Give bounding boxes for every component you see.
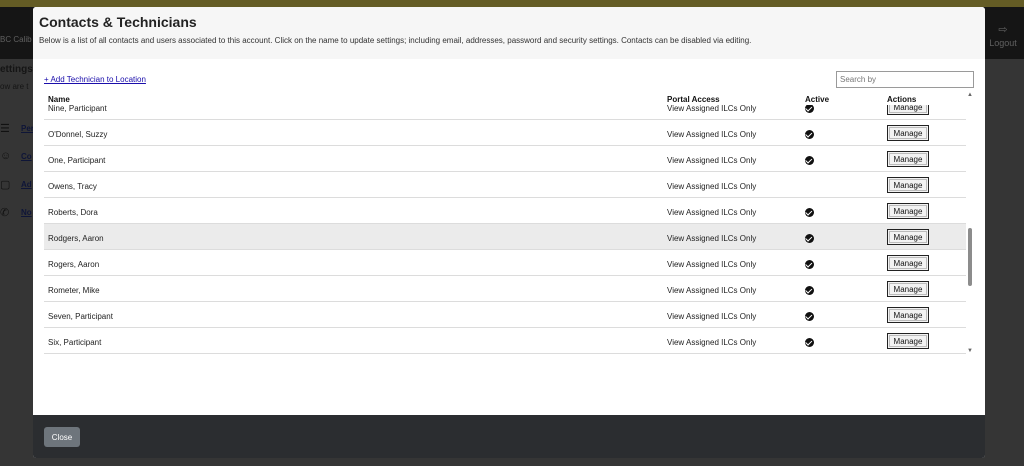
table-row: Seven, Participant View Assigned ILCs Onl… — [44, 302, 966, 328]
portal-access: View Assigned ILCs Only — [667, 286, 757, 295]
column-header-portal-access: Portal Access — [667, 95, 720, 104]
manage-button[interactable]: Manage — [887, 333, 929, 349]
portal-access: View Assigned ILCs Only — [667, 156, 757, 165]
table-row: O'Donnel, Suzzy View Assigned ILCs Only Ma… — [44, 120, 966, 146]
portal-access: View Assigned ILCs Only — [667, 182, 757, 191]
manage-button[interactable]: Manage — [887, 281, 929, 297]
manage-button[interactable]: Manage — [887, 307, 929, 323]
contact-name[interactable]: Rodgers, Aaron — [48, 234, 104, 243]
column-header-actions: Actions — [887, 95, 917, 104]
portal-access: View Assigned ILCs Only — [667, 208, 757, 217]
table-row: Six, Participant View Assigned ILCs Only M… — [44, 328, 966, 354]
modal-title: Contacts & Technicians — [39, 14, 197, 30]
close-button[interactable]: Close — [44, 427, 80, 447]
modal-footer: Close — [33, 415, 985, 458]
table-row: One, Participant View Assigned ILCs Only M… — [44, 146, 966, 172]
manage-button[interactable]: Manage — [887, 105, 929, 115]
contacts-modal: Contacts & Technicians Below is a list o… — [33, 7, 985, 458]
contact-name[interactable]: Roberts, Dora — [48, 208, 98, 217]
contact-name[interactable]: One, Participant — [48, 156, 105, 165]
search-input[interactable] — [836, 71, 974, 88]
contact-name[interactable]: Rometer, Mike — [48, 286, 100, 295]
contact-name[interactable]: O'Donnel, Suzzy — [48, 130, 107, 139]
check-circle-icon — [805, 338, 814, 347]
table-row: Nine, Participant View Assigned ILCs Only… — [44, 105, 966, 120]
contact-name[interactable]: Rogers, Aaron — [48, 260, 99, 269]
contacts-table-body: Nine, Participant View Assigned ILCs Only… — [44, 105, 966, 361]
manage-button[interactable]: Manage — [887, 255, 929, 271]
contact-name[interactable]: Nine, Participant — [48, 105, 107, 113]
triangle-down-icon[interactable]: ▼ — [967, 348, 973, 354]
table-row: Rometer, Mike View Assigned ILCs Only Mana… — [44, 276, 966, 302]
table-row: Roberts, Dora View Assigned ILCs Only Mana… — [44, 198, 966, 224]
table-row: Rodgers, Aaron View Assigned ILCs Only Man… — [44, 224, 966, 250]
manage-button[interactable]: Manage — [887, 203, 929, 219]
portal-access: View Assigned ILCs Only — [667, 260, 757, 269]
column-header-active: Active — [805, 95, 830, 104]
check-circle-icon — [805, 156, 814, 165]
modal-header: Contacts & Technicians Below is a list o… — [33, 7, 985, 59]
portal-access: View Assigned ILCs Only — [667, 130, 757, 139]
check-circle-icon — [805, 105, 814, 113]
check-circle-icon — [805, 312, 814, 321]
manage-button[interactable]: Manage — [887, 125, 929, 141]
check-circle-icon — [805, 234, 814, 243]
column-header-name: Name — [48, 95, 70, 104]
contact-name[interactable]: Owens, Tracy — [48, 182, 97, 191]
portal-access: View Assigned ILCs Only — [667, 338, 757, 347]
modal-description: Below is a list of all contacts and user… — [39, 36, 752, 45]
table-scrollbar[interactable]: ▲ ▼ — [966, 92, 974, 362]
manage-button[interactable]: Manage — [887, 229, 929, 245]
manage-button[interactable]: Manage — [887, 151, 929, 167]
check-circle-icon — [805, 260, 814, 269]
check-circle-icon — [805, 130, 814, 139]
manage-button[interactable]: Manage — [887, 177, 929, 193]
check-circle-icon — [805, 208, 814, 217]
contact-name[interactable]: Seven, Participant — [48, 312, 113, 321]
portal-access: View Assigned ILCs Only — [667, 312, 757, 321]
portal-access: View Assigned ILCs Only — [667, 234, 757, 243]
contact-name[interactable]: Six, Participant — [48, 338, 101, 347]
table-row: Rogers, Aaron View Assigned ILCs Only Mana… — [44, 250, 966, 276]
scrollbar-thumb[interactable] — [968, 228, 972, 286]
check-circle-icon — [805, 286, 814, 295]
triangle-up-icon[interactable]: ▲ — [967, 92, 973, 98]
add-technician-link[interactable]: + Add Technician to Location — [44, 75, 146, 84]
portal-access: View Assigned ILCs Only — [667, 105, 757, 113]
table-row: Owens, Tracy View Assigned ILCs Only Manag… — [44, 172, 966, 198]
